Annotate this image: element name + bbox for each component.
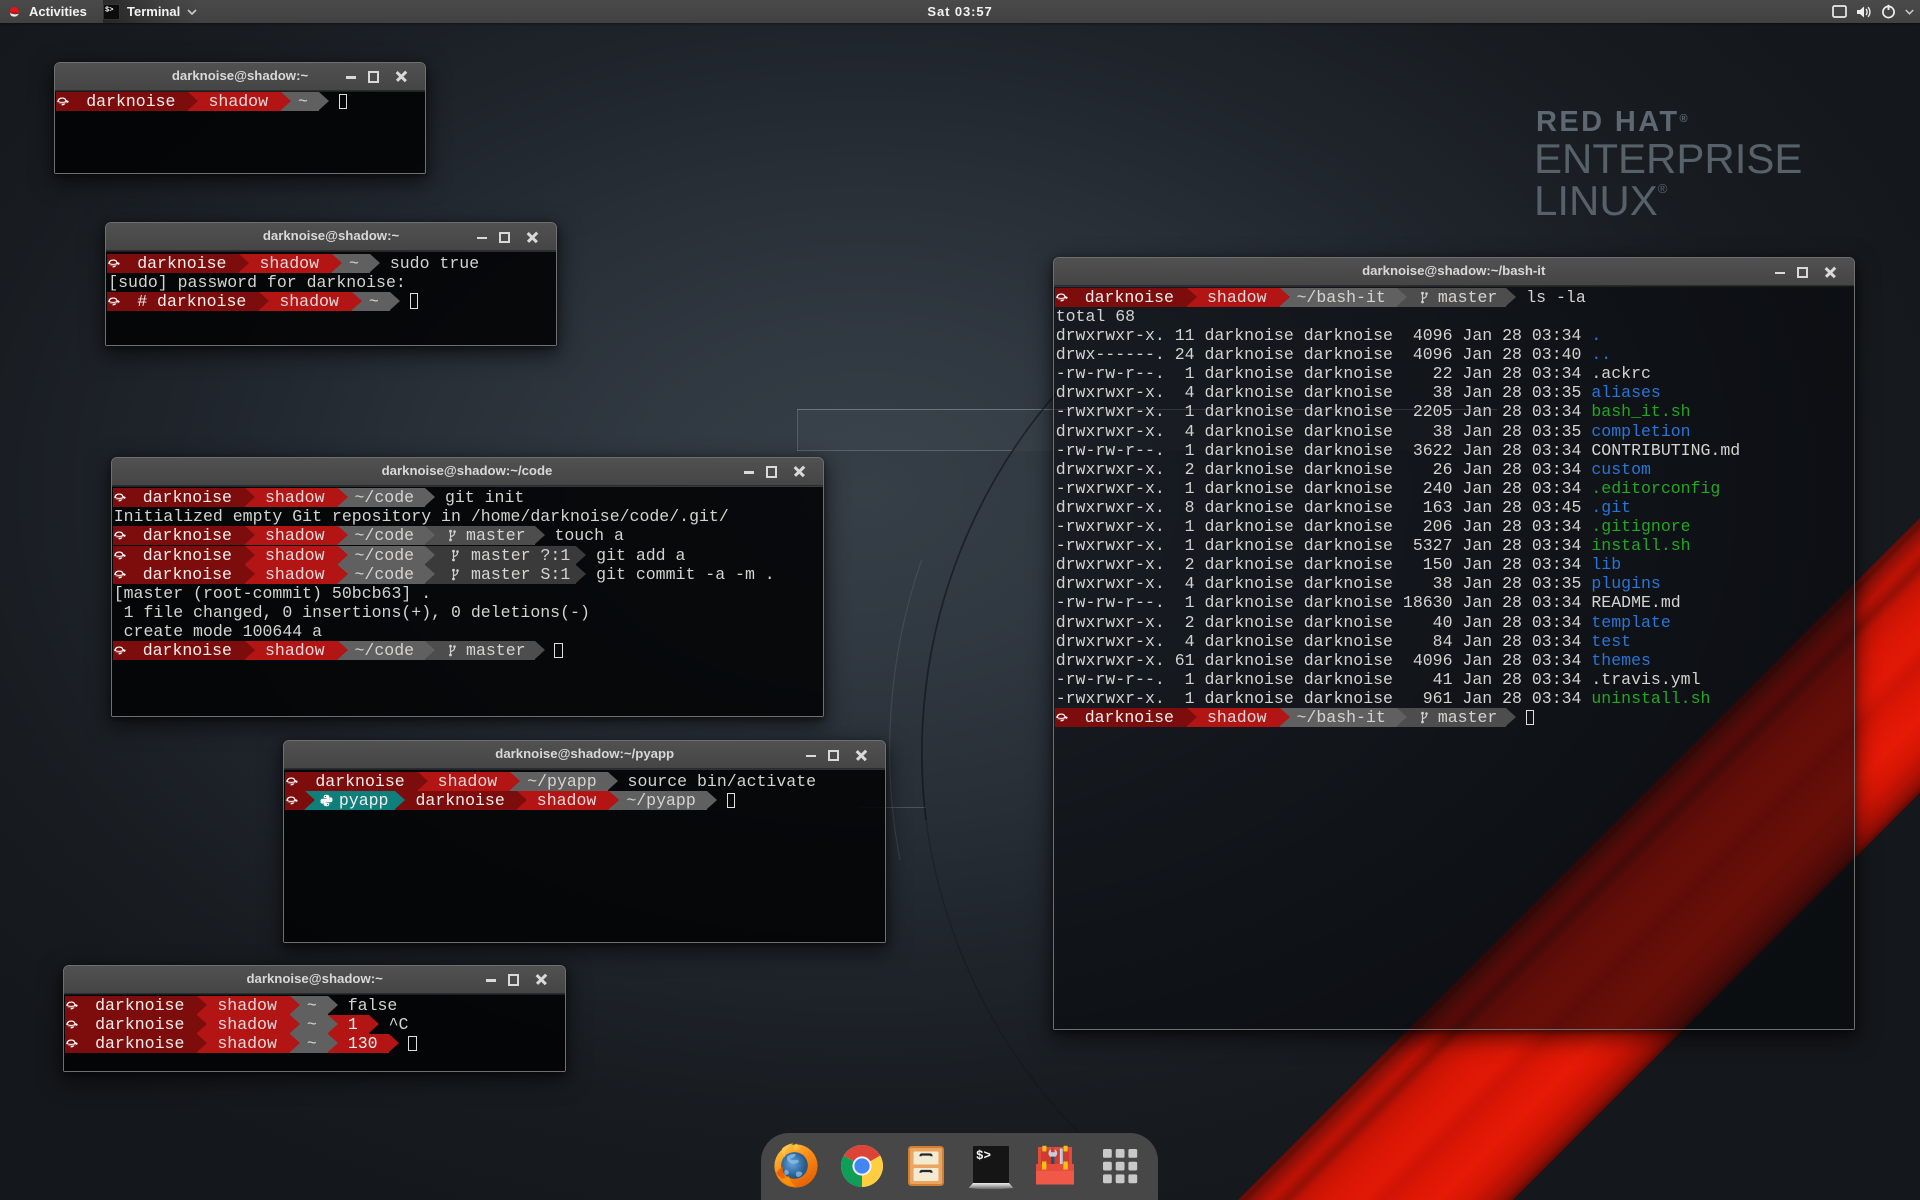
svg-text:$>: $> bbox=[976, 1149, 991, 1163]
